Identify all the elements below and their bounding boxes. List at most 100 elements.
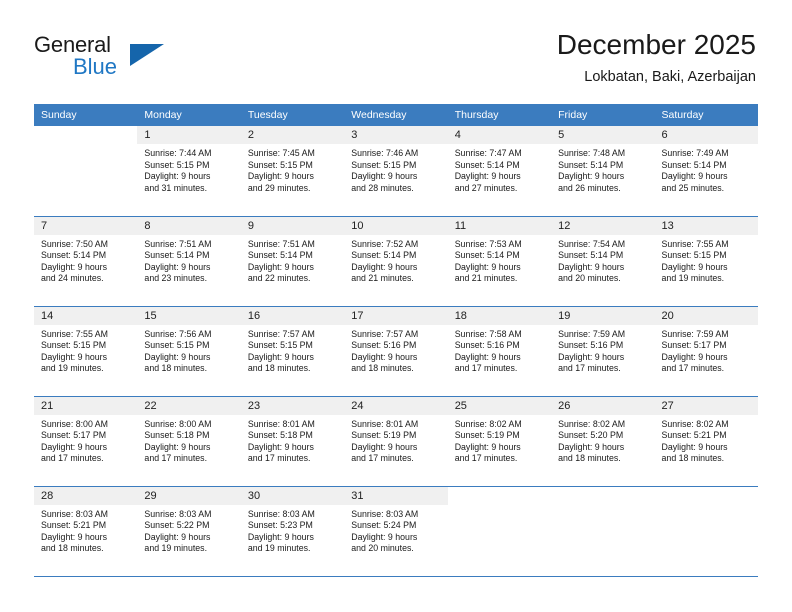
daylight-text-cont: and 20 minutes.: [351, 543, 414, 554]
calendar-day-cell[interactable]: 20 Sunrise: 7:59 AM Sunset: 5:17 PM Dayligh…: [654, 306, 758, 397]
sunset-text: Sunset: 5:18 PM: [144, 430, 210, 441]
calendar-day-cell[interactable]: 9 Sunrise: 7:51 AM Sunset: 5:14 PM Daylight…: [240, 216, 345, 307]
daylight-text-cont: and 17 minutes.: [558, 363, 621, 374]
page-subtitle: Lokbatan, Baki, Azerbaijan: [584, 69, 756, 85]
sunset-text: Sunset: 5:15 PM: [41, 340, 107, 351]
day-number: 10: [344, 216, 448, 235]
calendar-day-cell[interactable]: 28 Sunrise: 8:03 AM Sunset: 5:21 PM Dayligh…: [34, 486, 138, 577]
day-number: 20: [654, 306, 758, 325]
calendar-day-cell[interactable]: 25 Sunrise: 8:02 AM Sunset: 5:19 PM Dayligh…: [447, 396, 552, 487]
calendar-day-cell[interactable]: 13 Sunrise: 7:55 AM Sunset: 5:15 PM Dayligh…: [654, 216, 758, 307]
day-details: Sunrise: 8:03 AM Sunset: 5:22 PM Daylight:…: [137, 505, 240, 555]
sunrise-text: Sunrise: 7:50 AM: [41, 238, 108, 249]
daylight-text-cont: and 20 minutes.: [558, 273, 621, 284]
daylight-text: Daylight: 9 hours: [144, 261, 211, 272]
day-number: 16: [240, 306, 345, 325]
day-number: 11: [447, 216, 552, 235]
calendar-day-cell[interactable]: 6 Sunrise: 7:49 AM Sunset: 5:14 PM Daylight…: [654, 126, 758, 217]
day-details: [448, 505, 551, 509]
day-details: Sunrise: 7:53 AM Sunset: 5:14 PM Daylight:…: [448, 235, 551, 285]
calendar-day-cell[interactable]: 19 Sunrise: 7:59 AM Sunset: 5:16 PM Dayligh…: [551, 306, 655, 397]
daylight-text: Daylight: 9 hours: [351, 531, 418, 542]
calendar-day-cell[interactable]: 26 Sunrise: 8:02 AM Sunset: 5:20 PM Dayligh…: [551, 396, 655, 487]
calendar-day-cell[interactable]: 11 Sunrise: 7:53 AM Sunset: 5:14 PM Dayligh…: [447, 216, 552, 307]
sunset-text: Sunset: 5:19 PM: [351, 430, 417, 441]
day-number: [34, 126, 138, 144]
calendar-day-cell[interactable]: 8 Sunrise: 7:51 AM Sunset: 5:14 PM Daylight…: [137, 216, 241, 307]
sunset-text: Sunset: 5:14 PM: [454, 250, 520, 261]
day-number: [447, 486, 552, 505]
sunset-text: Sunset: 5:21 PM: [661, 430, 727, 441]
daylight-text: Daylight: 9 hours: [144, 351, 211, 362]
daylight-text-cont: and 17 minutes.: [454, 363, 518, 374]
weekday-headers: Sunday Monday Tuesday Wednesday Thursday Frid…: [34, 104, 758, 126]
calendar-day-cell[interactable]: 17 Sunrise: 7:57 AM Sunset: 5:16 PM Dayligh…: [344, 306, 448, 397]
calendar-day-cell[interactable]: 10 Sunrise: 7:52 AM Sunset: 5:14 PM Dayligh…: [344, 216, 448, 307]
title-block: December 2025 Lokbatan, Baki, Azerbaijan: [557, 28, 756, 87]
day-details: Sunrise: 7:55 AM Sunset: 5:15 PM Daylight:…: [34, 325, 137, 375]
day-number: 23: [240, 396, 345, 415]
daylight-text-cont: and 18 minutes.: [661, 453, 725, 464]
calendar-day-cell[interactable]: 14 Sunrise: 7:55 AM Sunset: 5:15 PM Dayligh…: [34, 306, 138, 397]
daylight-text: Daylight: 9 hours: [454, 171, 521, 182]
calendar-day-cell[interactable]: 3 Sunrise: 7:46 AM Sunset: 5:15 PM Daylight…: [344, 126, 448, 217]
calendar-day-cell[interactable]: 29 Sunrise: 8:03 AM Sunset: 5:22 PM Dayligh…: [137, 486, 241, 577]
calendar-day-cell[interactable]: 27 Sunrise: 8:02 AM Sunset: 5:21 PM Dayligh…: [654, 396, 758, 487]
sunrise-text: Sunrise: 8:03 AM: [351, 508, 419, 519]
calendar-day-cell[interactable]: 22 Sunrise: 8:00 AM Sunset: 5:18 PM Dayligh…: [137, 396, 241, 487]
calendar-week-row: 7 Sunrise: 7:50 AM Sunset: 5:14 PM Daylight…: [34, 216, 758, 307]
day-details: Sunrise: 7:57 AM Sunset: 5:16 PM Daylight:…: [344, 325, 447, 375]
calendar-day-cell[interactable]: 4 Sunrise: 7:47 AM Sunset: 5:14 PM Daylight…: [447, 126, 552, 217]
calendar-day-cell[interactable]: 21 Sunrise: 8:00 AM Sunset: 5:17 PM Dayligh…: [34, 396, 138, 487]
sunset-text: Sunset: 5:20 PM: [558, 430, 624, 441]
day-details: Sunrise: 7:49 AM Sunset: 5:14 PM Daylight:…: [655, 144, 758, 194]
day-number: 28: [34, 486, 138, 505]
sunrise-text: Sunrise: 8:02 AM: [661, 418, 729, 429]
day-number: 15: [137, 306, 241, 325]
calendar-day-cell[interactable]: 2 Sunrise: 7:45 AM Sunset: 5:15 PM Daylight…: [240, 126, 345, 217]
daylight-text-cont: and 31 minutes.: [144, 182, 208, 193]
calendar-day-cell[interactable]: 16 Sunrise: 7:57 AM Sunset: 5:15 PM Dayligh…: [240, 306, 345, 397]
calendar-day-cell[interactable]: 23 Sunrise: 8:01 AM Sunset: 5:18 PM Dayligh…: [240, 396, 345, 487]
sunrise-text: Sunrise: 7:51 AM: [144, 238, 212, 249]
calendar-day-cell[interactable]: 5 Sunrise: 7:48 AM Sunset: 5:14 PM Daylight…: [551, 126, 655, 217]
sunrise-text: Sunrise: 7:56 AM: [144, 328, 212, 339]
calendar-week-row: 21 Sunrise: 8:00 AM Sunset: 5:17 PM Dayligh…: [34, 396, 758, 487]
day-details: Sunrise: 7:52 AM Sunset: 5:14 PM Daylight:…: [344, 235, 447, 285]
sunrise-text: Sunrise: 8:00 AM: [41, 418, 108, 429]
day-details: Sunrise: 8:03 AM Sunset: 5:21 PM Daylight:…: [34, 505, 137, 555]
calendar-day-cell[interactable]: 18 Sunrise: 7:58 AM Sunset: 5:16 PM Dayligh…: [447, 306, 552, 397]
sunset-text: Sunset: 5:19 PM: [454, 430, 520, 441]
logo-text-general: General: [34, 32, 111, 57]
calendar-day-cell[interactable]: 24 Sunrise: 8:01 AM Sunset: 5:19 PM Dayligh…: [344, 396, 448, 487]
triangle-icon: [130, 44, 164, 66]
sunset-text: Sunset: 5:18 PM: [247, 430, 313, 441]
sunrise-text: Sunrise: 8:03 AM: [247, 508, 315, 519]
day-number: 7: [34, 216, 138, 235]
sunset-text: Sunset: 5:14 PM: [41, 250, 107, 261]
day-number: 6: [654, 126, 758, 144]
sunset-text: Sunset: 5:23 PM: [247, 520, 313, 531]
calendar-day-cell[interactable]: 7 Sunrise: 7:50 AM Sunset: 5:14 PM Daylight…: [34, 216, 138, 307]
calendar-cell-empty: [447, 486, 552, 577]
general-blue-logo[interactable]: General Blue: [34, 33, 214, 87]
day-details: Sunrise: 7:57 AM Sunset: 5:15 PM Daylight:…: [241, 325, 344, 375]
daylight-text-cont: and 21 minutes.: [351, 273, 414, 284]
day-details: Sunrise: 8:00 AM Sunset: 5:18 PM Daylight:…: [137, 415, 240, 465]
calendar-day-cell[interactable]: 12 Sunrise: 7:54 AM Sunset: 5:14 PM Dayligh…: [551, 216, 655, 307]
daylight-text-cont: and 24 minutes.: [41, 273, 104, 284]
calendar-day-cell[interactable]: 15 Sunrise: 7:56 AM Sunset: 5:15 PM Dayligh…: [137, 306, 241, 397]
daylight-text-cont: and 17 minutes.: [41, 453, 104, 464]
sunrise-text: Sunrise: 8:01 AM: [351, 418, 419, 429]
calendar-day-cell[interactable]: 31 Sunrise: 8:03 AM Sunset: 5:24 PM Dayligh…: [344, 486, 448, 577]
page-header: General Blue December 2025 Lokbatan, Bak…: [0, 0, 792, 100]
daylight-text-cont: and 18 minutes.: [351, 363, 414, 374]
day-details: Sunrise: 8:02 AM Sunset: 5:19 PM Daylight:…: [448, 415, 551, 465]
day-number: 24: [344, 396, 448, 415]
day-details: Sunrise: 7:51 AM Sunset: 5:14 PM Daylight:…: [137, 235, 240, 285]
weekday-header-friday: Friday: [551, 104, 655, 126]
sunrise-text: Sunrise: 7:51 AM: [247, 238, 315, 249]
daylight-text-cont: and 19 minutes.: [41, 363, 104, 374]
calendar-day-cell[interactable]: 30 Sunrise: 8:03 AM Sunset: 5:23 PM Dayligh…: [240, 486, 345, 577]
calendar-day-cell[interactable]: 1 Sunrise: 7:44 AM Sunset: 5:15 PM Daylight…: [137, 126, 241, 217]
